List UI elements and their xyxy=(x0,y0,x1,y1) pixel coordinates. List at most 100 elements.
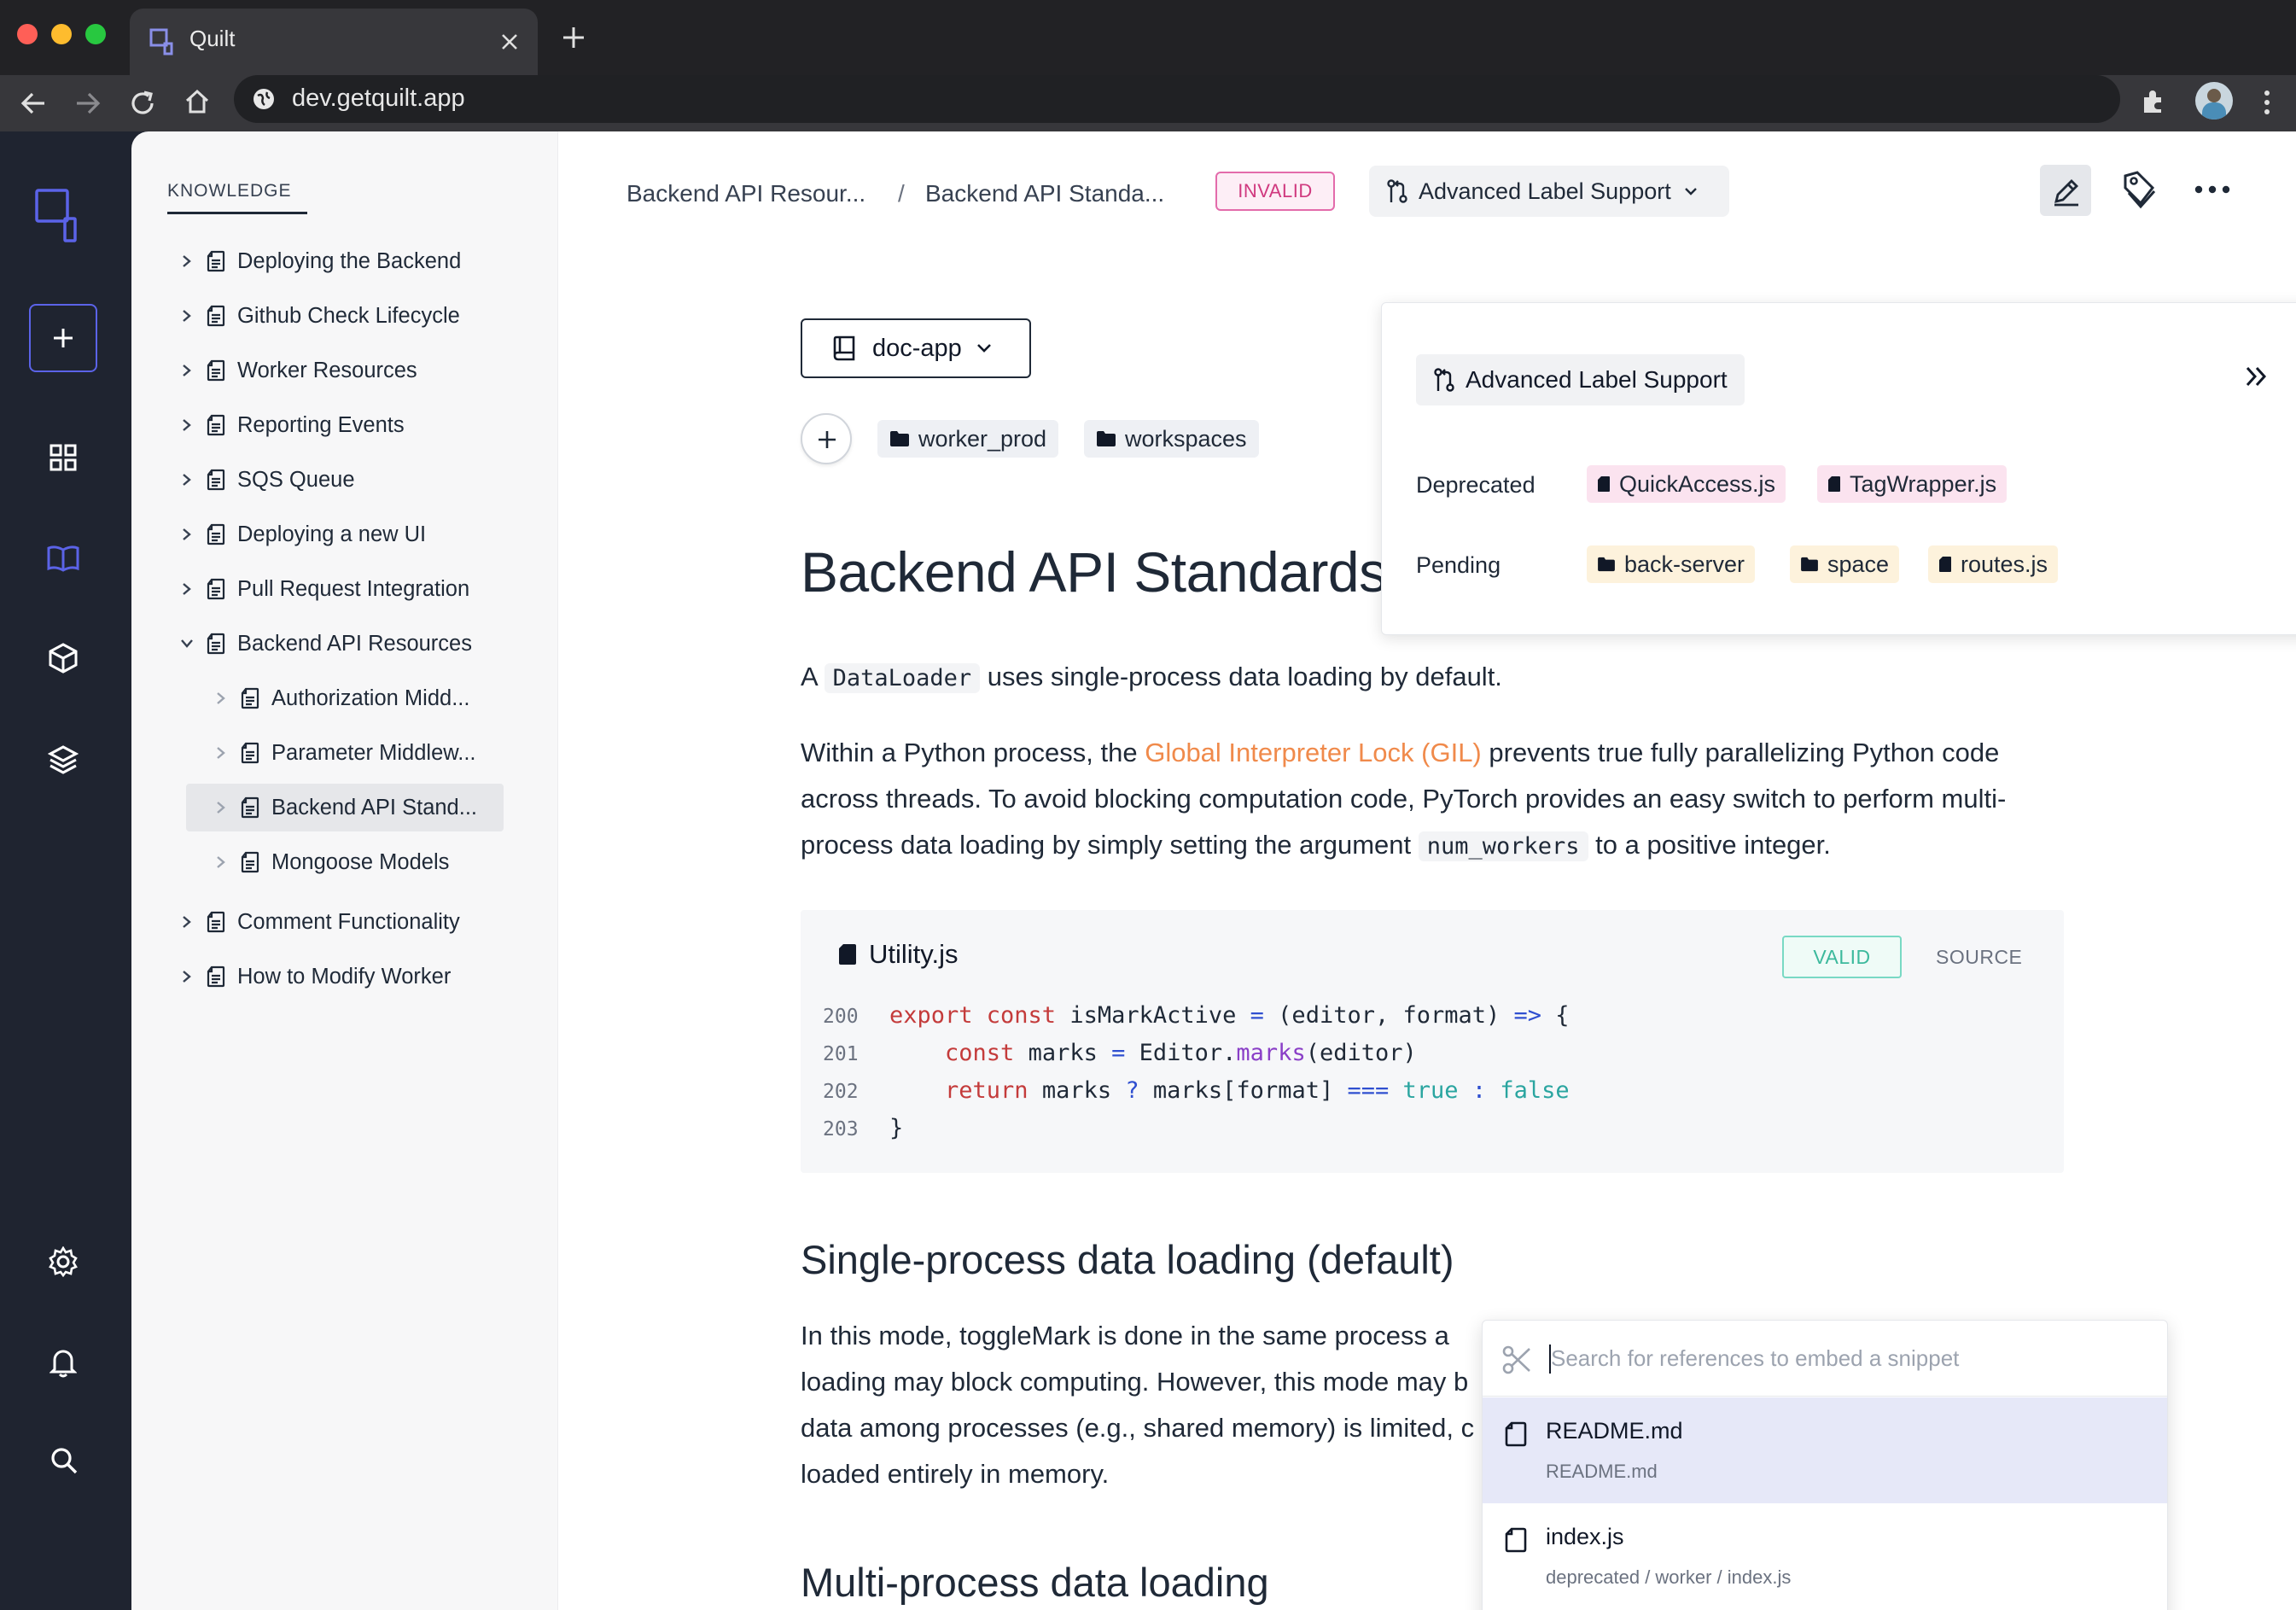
file-tag[interactable]: QuickAccess.js xyxy=(1587,465,1786,503)
sidebar-item[interactable]: Pull Request Integration xyxy=(176,565,534,613)
chevron-right-icon[interactable] xyxy=(210,855,232,869)
branch-selector[interactable]: Advanced Label Support xyxy=(1369,166,1729,217)
sidebar-item-label: Reporting Events xyxy=(237,412,405,437)
code-line: 201 const marks = Editor.marks(editor) xyxy=(823,1035,1417,1072)
sidebar-item[interactable]: Deploying the Backend xyxy=(176,237,534,285)
home-icon[interactable] xyxy=(183,87,212,116)
chevron-right-icon[interactable] xyxy=(210,691,232,705)
chevron-right-icon[interactable] xyxy=(176,309,198,323)
source-link[interactable]: SOURCE xyxy=(1936,946,2022,969)
new-tab-icon[interactable] xyxy=(562,26,586,50)
forward-icon[interactable] xyxy=(73,89,102,118)
sidebar-item[interactable]: Backend API Stand... xyxy=(186,784,504,831)
browser-tab[interactable]: Quilt xyxy=(130,9,538,75)
chevron-right-icon[interactable] xyxy=(176,582,198,596)
sidebar-item[interactable]: Deploying a new UI xyxy=(176,510,534,558)
file-outline-icon xyxy=(1505,1527,1527,1553)
folder-tag[interactable]: workspaces xyxy=(1084,420,1259,458)
sidebar-item[interactable]: Mongoose Models xyxy=(210,838,534,886)
search-result-item[interactable]: README.md README.md xyxy=(1483,1397,2167,1503)
close-tab-icon[interactable] xyxy=(500,32,519,51)
paragraph-gil-line3: process data loading by simply setting t… xyxy=(801,822,1831,870)
breadcrumb-current[interactable]: Backend API Standa... xyxy=(925,180,1164,207)
minimize-window-button[interactable] xyxy=(51,24,72,44)
chevron-down-icon[interactable] xyxy=(176,639,198,649)
sidebar-item[interactable]: Github Check Lifecycle xyxy=(176,292,534,340)
profile-avatar[interactable] xyxy=(2195,82,2233,120)
code-filename[interactable]: Utility.js xyxy=(838,939,958,970)
sidebar-item[interactable]: Authorization Midd... xyxy=(210,674,534,722)
folder-icon xyxy=(1598,557,1615,572)
create-button[interactable] xyxy=(29,304,97,372)
folder-icon xyxy=(1801,557,1818,572)
pencil-icon xyxy=(2054,179,2078,207)
chevron-right-icon[interactable] xyxy=(176,915,198,929)
repo-selector[interactable]: doc-app xyxy=(801,318,1031,378)
chevron-right-icon[interactable] xyxy=(176,528,198,541)
file-icon xyxy=(839,944,856,965)
sidebar-item[interactable]: Backend API Resources xyxy=(176,620,534,668)
pending-label: Pending xyxy=(1416,552,1501,578)
result-path: deprecated / worker / index.js xyxy=(1546,1566,1792,1588)
result-name: README.md xyxy=(1546,1418,1683,1444)
search-result-item[interactable]: index.js deprecated / worker / index.js xyxy=(1483,1503,2167,1609)
file-name: routes.js xyxy=(1961,551,2048,577)
folder-tag[interactable]: back-server xyxy=(1587,545,1756,583)
heading-multi-process: Multi-process data loading xyxy=(801,1560,1269,1605)
sidebar-item[interactable]: Parameter Middlew... xyxy=(210,729,534,777)
layers-icon[interactable] xyxy=(48,744,79,775)
breadcrumb-parent[interactable]: Backend API Resour... xyxy=(626,180,865,207)
search-icon[interactable] xyxy=(50,1446,79,1475)
more-options-icon[interactable] xyxy=(2194,184,2231,195)
reload-icon[interactable] xyxy=(128,89,157,118)
line-number: 203 xyxy=(823,1118,859,1140)
chevron-right-icon[interactable] xyxy=(176,970,198,983)
chevron-right-icon[interactable] xyxy=(210,801,232,814)
snippet-search-input[interactable] xyxy=(1551,1338,2131,1379)
maximize-window-button[interactable] xyxy=(85,24,106,44)
settings-gear-icon[interactable] xyxy=(48,1246,79,1277)
folder-tag[interactable]: space xyxy=(1790,545,1900,583)
browser-menu-icon[interactable] xyxy=(2258,87,2276,118)
chevron-right-icon[interactable] xyxy=(176,418,198,432)
section-underline xyxy=(167,212,307,214)
file-tag[interactable]: TagWrapper.js xyxy=(1817,465,2008,503)
sidebar-item[interactable]: Comment Functionality xyxy=(176,898,534,946)
knowledge-book-icon[interactable] xyxy=(46,545,80,572)
folder-tag[interactable]: worker_prod xyxy=(877,420,1059,458)
chevron-right-icon[interactable] xyxy=(210,746,232,760)
deprecated-label: Deprecated xyxy=(1416,472,1536,498)
document-icon xyxy=(207,305,225,327)
folder-name: workspaces xyxy=(1125,425,1247,452)
collapse-double-chevron-icon[interactable] xyxy=(2244,365,2270,388)
chevron-down-icon xyxy=(1684,188,1697,195)
url-text: dev.getquilt.app xyxy=(292,85,465,112)
sidebar-item[interactable]: Worker Resources xyxy=(176,347,534,394)
file-tag[interactable]: routes.js xyxy=(1928,545,2059,583)
chevron-right-icon[interactable] xyxy=(176,473,198,487)
extensions-icon[interactable] xyxy=(2139,87,2168,116)
folder-icon xyxy=(890,431,909,446)
quilt-logo-icon[interactable] xyxy=(34,188,89,248)
notifications-bell-icon[interactable] xyxy=(50,1347,77,1378)
sidebar-item[interactable]: Reporting Events xyxy=(176,401,534,449)
chevron-right-icon[interactable] xyxy=(176,254,198,268)
close-window-button[interactable] xyxy=(17,24,38,44)
labels-tag-icon[interactable] xyxy=(2120,169,2158,210)
document-icon xyxy=(241,796,259,819)
package-cube-icon[interactable] xyxy=(48,642,79,674)
gil-link[interactable]: Global Interpreter Lock (GIL) xyxy=(1145,738,1482,767)
document-icon xyxy=(207,523,225,545)
address-bar[interactable]: dev.getquilt.app xyxy=(234,75,2120,123)
edit-button[interactable] xyxy=(2040,165,2091,216)
tab-title: Quilt xyxy=(189,26,236,51)
sidebar-item[interactable]: How to Modify Worker xyxy=(176,953,534,1000)
back-icon[interactable] xyxy=(19,89,48,118)
add-reference-button[interactable] xyxy=(801,413,852,464)
dashboard-grid-icon[interactable] xyxy=(50,444,77,471)
sidebar-item[interactable]: SQS Queue xyxy=(176,456,534,504)
chevron-right-icon[interactable] xyxy=(176,364,198,377)
code-line: 202 return marks ? marks[format] === tru… xyxy=(823,1072,1570,1110)
site-info-icon[interactable] xyxy=(251,86,277,112)
label-popover: Advanced Label Support Deprecated QuickA… xyxy=(1381,302,2296,635)
